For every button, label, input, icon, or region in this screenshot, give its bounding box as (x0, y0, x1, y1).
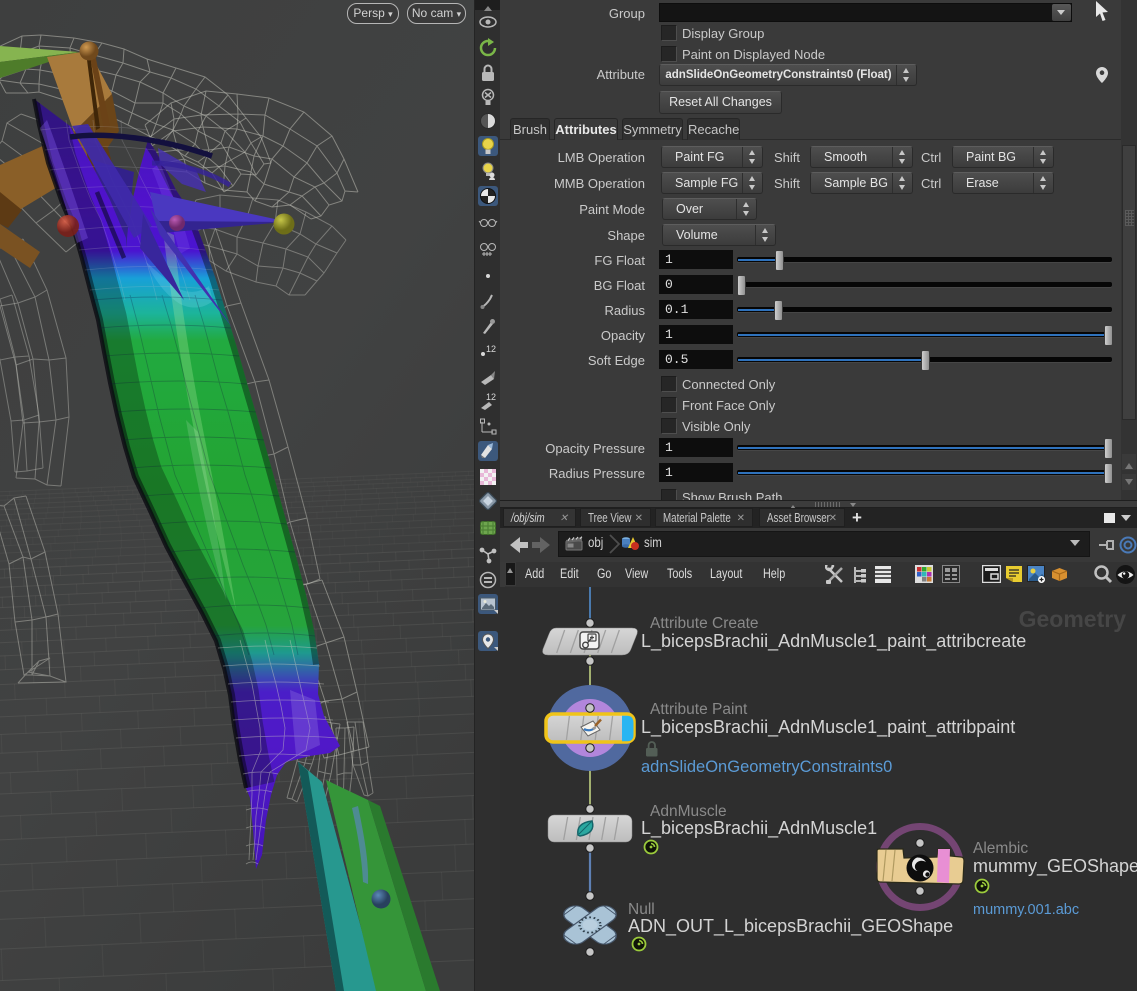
svg-text:L_bicepsBrachii_AdnMuscle1: L_bicepsBrachii_AdnMuscle1 (641, 818, 877, 839)
svg-text:Attribute Paint: Attribute Paint (650, 701, 748, 718)
svg-text:L_bicepsBrachii_AdnMuscle1_pai: L_bicepsBrachii_AdnMuscle1_paint_attribc… (641, 631, 1026, 652)
svg-text:mummy_GEOShape: mummy_GEOShape (973, 856, 1137, 877)
svg-text:Geometry: Geometry (1019, 606, 1127, 632)
svg-text:adnSlideOnGeometryConstraints0: adnSlideOnGeometryConstraints0 (641, 758, 892, 776)
svg-text:L_bicepsBrachii_AdnMuscle1_pai: L_bicepsBrachii_AdnMuscle1_paint_attribp… (641, 717, 1015, 738)
svg-text:12: 12 (486, 344, 496, 354)
svg-text:Attribute Create: Attribute Create (650, 615, 759, 632)
svg-text:12: 12 (486, 392, 496, 402)
svg-text:Alembic: Alembic (973, 840, 1028, 857)
svg-text:mummy.001.abc: mummy.001.abc (973, 902, 1079, 918)
svg-text:ADN_OUT_L_bicepsBrachii_GEOSha: ADN_OUT_L_bicepsBrachii_GEOShape (628, 916, 953, 937)
